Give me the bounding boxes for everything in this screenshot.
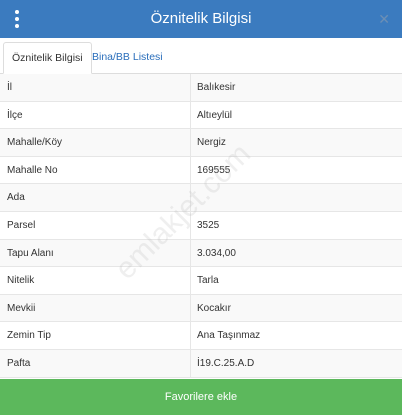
add-to-favorites-button[interactable]: Favorilere ekle	[0, 379, 402, 415]
table-row: Nitelik Tarla	[0, 267, 402, 295]
row-key: Mevkii	[7, 302, 36, 314]
row-value: Kocakır	[197, 302, 231, 314]
row-value: İ19.C.25.A.D	[197, 357, 255, 369]
close-icon[interactable]: ✕	[378, 0, 390, 38]
table-row: İl Balıkesir	[0, 74, 402, 102]
row-key: İlçe	[7, 109, 23, 121]
table-row: Mahalle/Köy Nergiz	[0, 129, 402, 157]
tab-bar: Öznitelik Bilgisi Bina/BB Listesi	[0, 38, 402, 74]
row-value: 3.034,00	[197, 247, 236, 259]
row-key: İl	[7, 82, 12, 93]
tab-oznitelik-bilgisi[interactable]: Öznitelik Bilgisi	[3, 42, 92, 74]
row-value: 3525	[197, 219, 220, 231]
row-key: Mahalle/Köy	[7, 137, 63, 149]
header-bar: Öznitelik Bilgisi ✕	[0, 0, 402, 38]
table-row: Mahalle No 169555	[0, 156, 402, 185]
attribute-table: İl Balıkesir İlçe Altıeylül Mahalle/Köy Ner…	[0, 74, 402, 378]
row-key: Nitelik	[7, 275, 35, 287]
table-row: Mevkii Kocakır	[0, 294, 402, 323]
row-key: Tapu Alanı	[7, 247, 54, 259]
row-key: Ada	[7, 192, 25, 204]
row-value: Balıkesir	[197, 82, 236, 93]
row-value: Tarla	[197, 275, 219, 287]
page-title: Öznitelik Bilgisi	[150, 10, 252, 27]
row-value: Ana Taşınmaz	[197, 330, 261, 342]
row-value: 169555	[197, 164, 231, 176]
tab-bina-bb-listesi[interactable]: Bina/BB Listesi	[84, 42, 171, 74]
row-value	[197, 184, 397, 211]
row-key: Zemin Tip	[7, 330, 51, 342]
row-key: Mahalle No	[7, 164, 58, 176]
table-row: Pafta İ19.C.25.A.D	[0, 349, 402, 378]
table-row: Ada	[0, 184, 402, 212]
table-row: Tapu Alanı 3.034,00	[0, 239, 402, 268]
row-value: Altıeylül	[197, 109, 233, 121]
row-key: Parsel	[7, 219, 36, 231]
row-value: Nergiz	[197, 137, 226, 149]
table-row: Zemin Tip Ana Taşınmaz	[0, 322, 402, 350]
table-row: İlçe Altıeylül	[0, 101, 402, 130]
table-row: Parsel 3525	[0, 211, 402, 240]
row-key: Pafta	[7, 357, 31, 369]
